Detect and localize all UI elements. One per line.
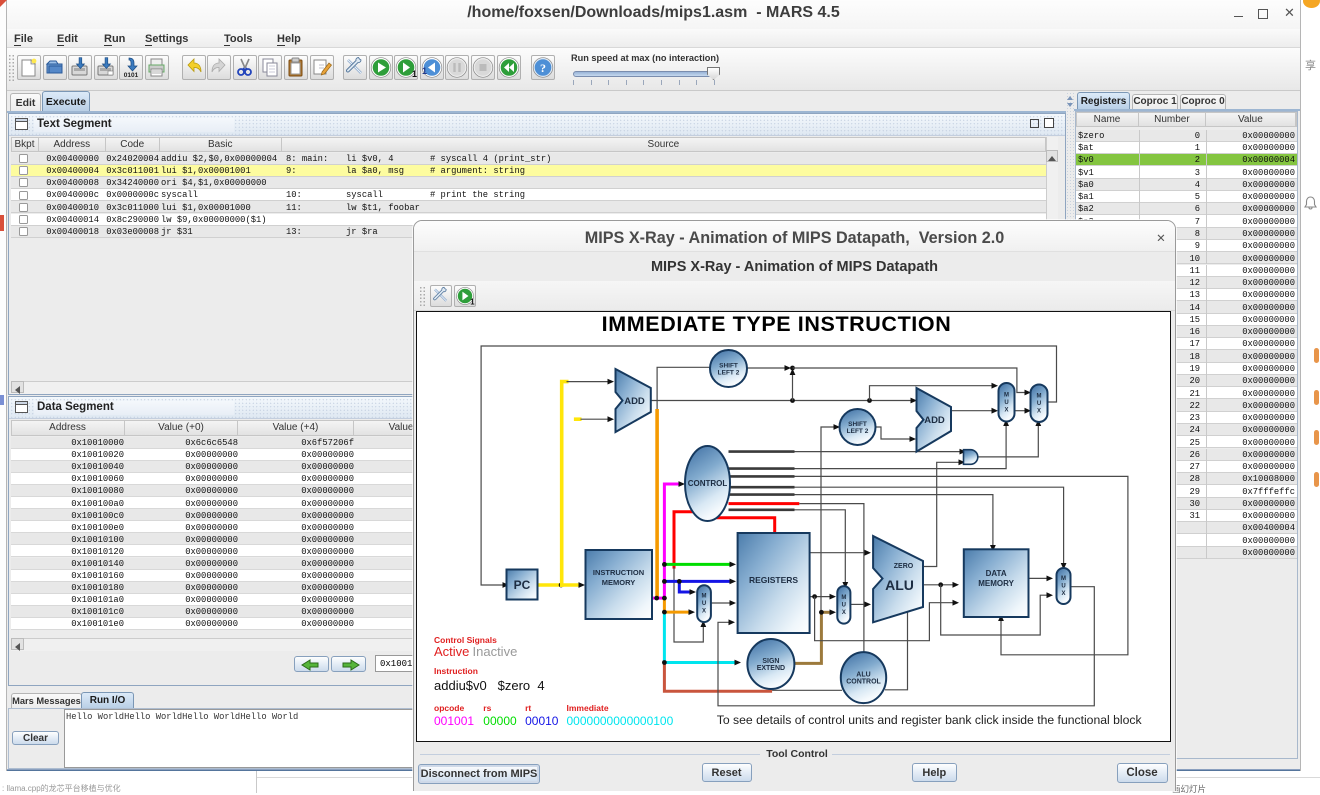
- svg-text:LEFT 2: LEFT 2: [717, 370, 739, 377]
- svg-text:rt: rt: [525, 703, 531, 713]
- svg-text:U: U: [1061, 584, 1065, 590]
- svg-text:?: ?: [540, 61, 546, 75]
- svg-text:M: M: [1004, 392, 1009, 398]
- svg-text:M: M: [1036, 393, 1041, 399]
- svg-text:ZERO: ZERO: [893, 563, 913, 570]
- svg-text:PC: PC: [513, 578, 530, 592]
- svg-text:MEMORY: MEMORY: [601, 578, 634, 587]
- svg-text:CONTROL: CONTROL: [687, 479, 727, 488]
- svg-text:Immediate: Immediate: [566, 703, 608, 713]
- svg-text:ADD: ADD: [624, 396, 645, 407]
- svg-text:ALU: ALU: [856, 672, 870, 679]
- svg-text:ALU: ALU: [885, 577, 914, 593]
- svg-text:001001: 001001: [434, 714, 474, 728]
- svg-text:SHIFT: SHIFT: [719, 363, 738, 370]
- svg-text:00010: 00010: [525, 714, 559, 728]
- svg-text:ADD: ADD: [924, 415, 945, 426]
- svg-text:M: M: [841, 595, 846, 601]
- svg-text:rs: rs: [483, 703, 491, 713]
- svg-text:Instruction: Instruction: [434, 666, 478, 676]
- svg-text:U: U: [841, 602, 845, 608]
- svg-text:To see details of control unit: To see details of control units and regi…: [716, 713, 1142, 727]
- svg-text:DATA: DATA: [985, 569, 1006, 578]
- svg-text:Inactive: Inactive: [472, 644, 517, 659]
- svg-text:SIGN: SIGN: [762, 658, 779, 665]
- svg-text:0101: 0101: [124, 72, 139, 79]
- svg-text:SHIFT: SHIFT: [848, 421, 867, 428]
- svg-text:U: U: [1036, 401, 1040, 407]
- svg-text:U: U: [1004, 400, 1008, 406]
- svg-text:opcode: opcode: [434, 703, 464, 713]
- svg-text:IMMEDIATE TYPE INSTRUCTION: IMMEDIATE TYPE INSTRUCTION: [601, 312, 951, 336]
- svg-text:U: U: [701, 601, 705, 607]
- svg-text:MEMORY: MEMORY: [978, 579, 1014, 588]
- svg-text:1: 1: [412, 69, 417, 79]
- svg-text:CONTROL: CONTROL: [846, 679, 881, 686]
- svg-text:0000000000000100: 0000000000000100: [566, 714, 673, 728]
- svg-text:INSTRUCTION: INSTRUCTION: [592, 568, 643, 577]
- svg-text:X: X: [1004, 407, 1008, 413]
- svg-text:00000: 00000: [483, 714, 517, 728]
- svg-text:X: X: [702, 609, 706, 615]
- svg-text:LEFT 2: LEFT 2: [846, 428, 868, 435]
- svg-text:addiu$v0 $zero 4: addiu$v0 $zero 4: [434, 678, 545, 693]
- svg-text:Active: Active: [434, 644, 469, 659]
- svg-text:EXTEND: EXTEND: [756, 665, 784, 672]
- svg-text:M: M: [701, 594, 706, 600]
- svg-text:REGISTERS: REGISTERS: [748, 575, 797, 585]
- svg-text:X: X: [1061, 591, 1065, 597]
- svg-text:X: X: [841, 610, 845, 616]
- svg-text:1: 1: [470, 297, 475, 306]
- svg-text:1: 1: [422, 66, 427, 76]
- svg-text:X: X: [1036, 408, 1040, 414]
- svg-text:M: M: [1061, 576, 1066, 582]
